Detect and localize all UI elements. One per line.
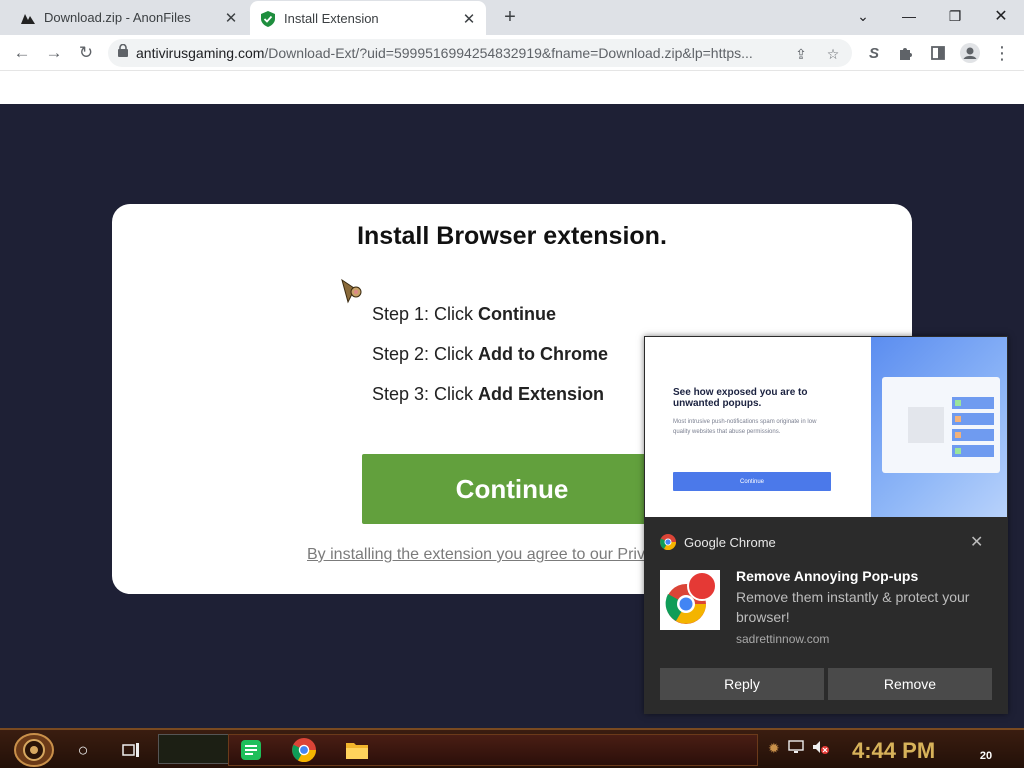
- notification-app-name: Google Chrome: [684, 534, 776, 550]
- url-path: /Download-Ext/?uid=5999516994254832919&f…: [264, 45, 753, 61]
- extension-s-icon[interactable]: S: [860, 39, 888, 67]
- forward-button[interactable]: →: [40, 39, 68, 67]
- reload-button[interactable]: ↻: [72, 39, 100, 67]
- tab-close-icon[interactable]: ✕: [220, 9, 242, 27]
- chrome-taskbar-icon[interactable]: [288, 734, 320, 766]
- step-item: Step 3: Click Add Extension: [372, 384, 608, 424]
- tab-title: Download.zip - AnonFiles: [44, 10, 191, 25]
- browser-toolbar: ← → ↻ antivirusgaming.com/Download-Ext/?…: [0, 35, 1024, 71]
- url-text: antivirusgaming.com/Download-Ext/?uid=59…: [136, 45, 776, 61]
- tray-gear-icon[interactable]: ✹: [768, 740, 780, 757]
- network-icon[interactable]: [788, 740, 804, 757]
- taskbar-clock[interactable]: 4:44 PM: [852, 738, 935, 764]
- bookmark-star-icon[interactable]: ☆: [822, 43, 844, 65]
- shield-check-favicon-icon: [260, 10, 276, 27]
- tab-anonfiles[interactable]: Download.zip - AnonFiles ✕: [8, 0, 248, 35]
- start-button[interactable]: [10, 733, 58, 767]
- volume-muted-icon[interactable]: [812, 740, 830, 757]
- chrome-notification[interactable]: See how exposed you are to unwanted popu…: [644, 336, 1008, 714]
- step-action: Continue: [478, 304, 557, 324]
- terms-link[interactable]: By installing the extension you agree to…: [307, 546, 670, 564]
- notification-hero-image: See how exposed you are to unwanted popu…: [645, 337, 1007, 517]
- continue-button[interactable]: Continue: [362, 454, 662, 524]
- tab-title: Install Extension: [284, 11, 379, 26]
- notification-chrome-image-icon: [660, 570, 720, 630]
- share-icon[interactable]: ⇪: [790, 43, 812, 65]
- address-bar[interactable]: antivirusgaming.com/Download-Ext/?uid=59…: [108, 39, 852, 67]
- step-prefix: Step 1: Click: [372, 304, 479, 324]
- task-view-icon[interactable]: [116, 734, 146, 766]
- tab-search-chevron-icon[interactable]: ⌄: [840, 0, 886, 32]
- notification-header: Google Chrome: [660, 534, 776, 550]
- notification-source: sadrettinnow.com: [736, 632, 830, 646]
- taskbar: ○ ✹ 4:44 PM 20: [0, 728, 1024, 768]
- mouse-cursor-icon: [340, 278, 372, 310]
- step-action: Add to Chrome: [478, 344, 609, 364]
- remove-button[interactable]: Remove: [828, 668, 992, 700]
- hero-text: Most intrusive push-notifications spam o…: [673, 419, 817, 435]
- new-tab-button[interactable]: +: [498, 5, 522, 29]
- notes-app-icon[interactable]: [236, 734, 266, 766]
- lock-icon[interactable]: [118, 43, 128, 62]
- tab-install-extension[interactable]: Install Extension ✕: [250, 1, 486, 36]
- tab-strip: Download.zip - AnonFiles ✕ Install Exten…: [0, 0, 1024, 36]
- notification-count-badge: 20: [979, 750, 993, 762]
- side-panel-icon[interactable]: [924, 39, 952, 67]
- cortana-circle-icon[interactable]: ○: [68, 734, 98, 766]
- action-center-icon[interactable]: 20: [974, 738, 998, 762]
- close-window-button[interactable]: ✕: [978, 0, 1024, 32]
- anonfiles-favicon-icon: [20, 10, 36, 26]
- menu-kebab-icon[interactable]: ⋮: [988, 39, 1016, 67]
- chrome-logo-icon: [660, 534, 676, 550]
- hero-title: See how exposed you are to unwanted popu…: [673, 387, 808, 409]
- page-top-strip: [0, 71, 1024, 104]
- file-explorer-icon[interactable]: [342, 734, 372, 766]
- step-action: Add Extension: [478, 384, 605, 404]
- steps-list: Step 1: Click Continue Step 2: Click Add…: [372, 304, 608, 424]
- page-title: Install Browser extension.: [357, 222, 667, 250]
- notification-title: Remove Annoying Pop-ups: [736, 568, 919, 584]
- notification-body: Remove them instantly & protect your bro…: [736, 589, 970, 625]
- tab-close-icon[interactable]: ✕: [458, 10, 480, 28]
- reply-button[interactable]: Reply: [660, 668, 824, 700]
- notification-close-icon[interactable]: ✕: [970, 532, 983, 552]
- restore-button[interactable]: ❐: [932, 0, 978, 32]
- url-domain: antivirusgaming.com: [136, 45, 265, 61]
- back-button[interactable]: ←: [8, 39, 36, 67]
- hero-mockup-panel: [882, 377, 1000, 473]
- hero-continue-button: Continue: [673, 472, 831, 491]
- profile-avatar-icon[interactable]: [956, 39, 984, 67]
- step-item: Step 1: Click Continue: [372, 304, 608, 344]
- step-prefix: Step 3: Click: [372, 384, 479, 404]
- extensions-puzzle-icon[interactable]: [892, 39, 920, 67]
- minimize-button[interactable]: —: [886, 0, 932, 32]
- step-prefix: Step 2: Click: [372, 344, 479, 364]
- step-item: Step 2: Click Add to Chrome: [372, 344, 608, 384]
